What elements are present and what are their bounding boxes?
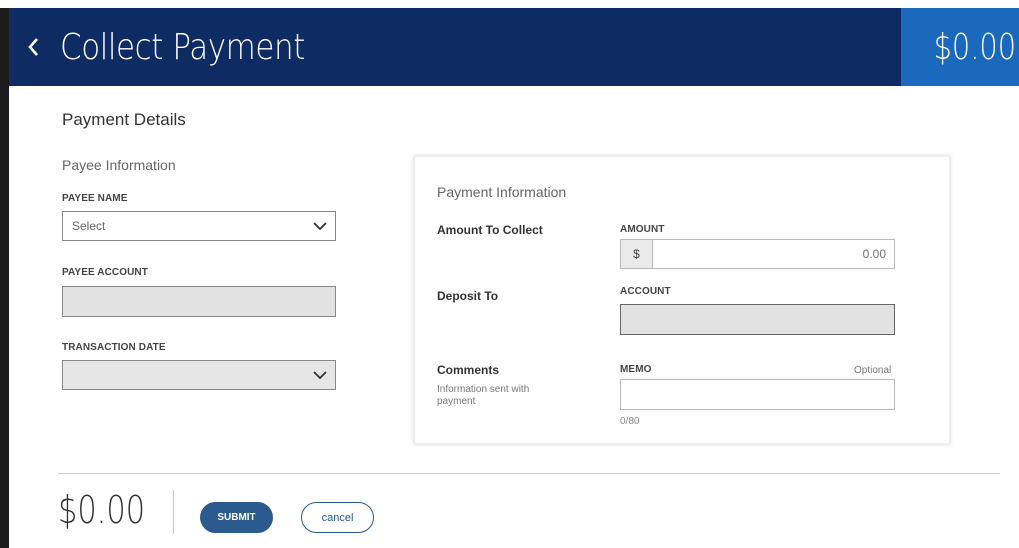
payee-name-label: PAYEE NAME <box>62 193 128 204</box>
page-header: Collect Payment <box>9 8 901 86</box>
deposit-to-label: Deposit To <box>437 289 499 303</box>
payee-account-field <box>62 286 336 317</box>
amount-to-collect-label: Amount To Collect <box>437 223 543 237</box>
payment-details-heading: Payment Details <box>62 110 186 129</box>
header-total-amount: $0.00 <box>901 8 1019 86</box>
deposit-account-select[interactable] <box>620 304 895 335</box>
footer-separator <box>173 490 174 534</box>
memo-optional-label: Optional <box>854 365 892 376</box>
header-amount-value: $0.00 <box>933 26 1016 68</box>
transaction-date-select[interactable] <box>62 360 336 390</box>
page-title: Collect Payment <box>60 26 305 68</box>
submit-button[interactable]: SUBMIT <box>200 502 273 533</box>
payee-account-label: PAYEE ACCOUNT <box>62 267 148 278</box>
amount-field-label: AMOUNT <box>620 224 665 235</box>
memo-field-label: MEMO <box>620 364 652 375</box>
transaction-date-label: TRANSACTION DATE <box>62 342 166 353</box>
payee-information-heading: Payee Information <box>62 157 176 173</box>
footer-total-amount: $0.00 <box>58 488 146 532</box>
comments-label: Comments <box>437 363 500 377</box>
payee-name-select[interactable]: Select <box>62 211 336 241</box>
memo-character-counter: 0/80 <box>620 416 640 427</box>
cancel-button[interactable]: cancel <box>301 502 374 533</box>
chevron-down-icon <box>313 369 327 381</box>
account-field-label: ACCOUNT <box>620 286 671 297</box>
left-border <box>0 8 9 548</box>
payee-name-value: Select <box>72 219 106 233</box>
chevron-down-icon <box>313 220 327 232</box>
payment-information-heading: Payment Information <box>437 184 567 200</box>
memo-input[interactable] <box>620 379 895 410</box>
currency-prefix: $ <box>621 240 653 268</box>
amount-input[interactable] <box>653 240 894 268</box>
chevron-left-icon[interactable] <box>26 32 46 62</box>
comments-help-text: Information sent with payment <box>437 384 530 407</box>
top-border <box>0 0 1019 8</box>
footer-divider <box>58 473 1000 474</box>
amount-input-group: $ <box>620 239 895 269</box>
